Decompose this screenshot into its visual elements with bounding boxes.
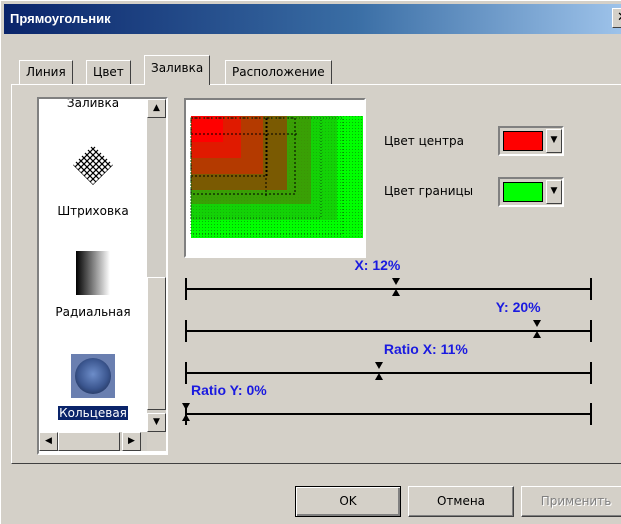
tab-line[interactable]: Линия [19, 60, 73, 84]
slider-thumb[interactable] [374, 361, 384, 381]
arrow-right-icon: ▶ [128, 436, 135, 446]
border-color-picker[interactable]: ▼ [498, 177, 564, 207]
slider-end-cap [185, 362, 187, 384]
list-item-label-sphere: Кольцевая [57, 405, 129, 421]
center-color-label: Цвет центра [384, 134, 464, 148]
gradient-icon [76, 251, 110, 295]
slider-end-cap [590, 362, 592, 384]
slider-value-label: Ratio Y: 0% [191, 382, 267, 398]
slider-track[interactable] [186, 413, 590, 415]
scroll-up-button[interactable]: ▲ [147, 99, 166, 118]
border-color-label: Цвет границы [384, 184, 474, 198]
crosshatch-icon [73, 145, 113, 185]
arrow-down-icon: ▼ [153, 417, 160, 427]
slider-end-cap [590, 403, 592, 425]
slider-end-cap [590, 278, 592, 300]
arrow-left-icon: ◀ [45, 436, 52, 446]
border-color-dropdown-button[interactable]: ▼ [546, 180, 562, 204]
close-button[interactable]: ✕ [612, 8, 621, 28]
apply-button: Применить [521, 486, 621, 517]
list-item-solid[interactable]: Заливка [39, 99, 147, 110]
list-item-crosshatch[interactable] [39, 143, 147, 190]
list-item-label-crosshatch: Штриховка [57, 204, 129, 218]
ok-button[interactable]: OK [295, 486, 401, 517]
vertical-scrollbar[interactable]: ▲ ▼ [147, 99, 166, 432]
tab-color[interactable]: Цвет [86, 60, 131, 84]
close-icon: ✕ [617, 10, 621, 25]
border-color-swatch [503, 182, 543, 202]
center-color-picker[interactable]: ▼ [498, 126, 564, 156]
list-item-gradient[interactable] [39, 251, 147, 298]
fill-type-list[interactable]: Заливка Штриховка Радиальная Кольцевая ▲… [37, 97, 168, 455]
scroll-thumb[interactable] [147, 277, 166, 410]
slider-track[interactable] [186, 372, 590, 374]
horizontal-scrollbar[interactable]: ◀ ▶ [39, 432, 147, 451]
slider-thumb[interactable] [181, 402, 191, 422]
scroll-down-button[interactable]: ▼ [147, 413, 166, 432]
slider-value-label: Ratio X: 11% [383, 341, 468, 357]
tab-label: Заливка [151, 61, 204, 75]
slider-track[interactable] [186, 330, 590, 332]
scroll-thumb-horizontal[interactable] [58, 432, 120, 451]
window-title: Прямоугольник [10, 11, 111, 26]
center-color-swatch [503, 131, 543, 151]
center-color-dropdown-button[interactable]: ▼ [546, 129, 562, 153]
slider-thumb[interactable] [532, 319, 542, 339]
dialog-window: Прямоугольник ✕ Линия Цвет Заливка Распо… [0, 0, 621, 524]
cancel-button[interactable]: Отмена [408, 486, 514, 517]
chevron-down-icon: ▼ [550, 186, 558, 196]
slider-end-cap [185, 320, 187, 342]
list-item-label-gradient: Радиальная [55, 305, 131, 319]
slider-thumb[interactable] [391, 277, 401, 297]
slider-track[interactable] [186, 288, 590, 290]
scroll-left-button[interactable]: ◀ [39, 432, 58, 451]
tab-label: Цвет [93, 65, 124, 79]
title-bar[interactable]: Прямоугольник ✕ [4, 4, 621, 34]
scroll-right-button[interactable]: ▶ [122, 432, 141, 451]
slider-end-cap [590, 320, 592, 342]
chevron-down-icon: ▼ [550, 135, 558, 145]
fill-type-list-content: Заливка Штриховка Радиальная Кольцевая [39, 99, 147, 432]
tab-fill[interactable]: Заливка [144, 55, 211, 85]
scrollbar-corner [147, 432, 166, 451]
fill-preview [184, 98, 366, 258]
slider-value-label: Y: 20% [495, 299, 541, 315]
slider-value-label: X: 12% [354, 257, 401, 273]
preview-image [186, 100, 364, 256]
list-item-sphere[interactable] [39, 354, 147, 401]
tab-position[interactable]: Расположение [225, 60, 332, 84]
arrow-up-icon: ▲ [153, 103, 160, 113]
tab-label: Расположение [232, 65, 325, 79]
sphere-icon [71, 354, 115, 398]
tab-label: Линия [26, 65, 66, 79]
slider-end-cap [185, 278, 187, 300]
